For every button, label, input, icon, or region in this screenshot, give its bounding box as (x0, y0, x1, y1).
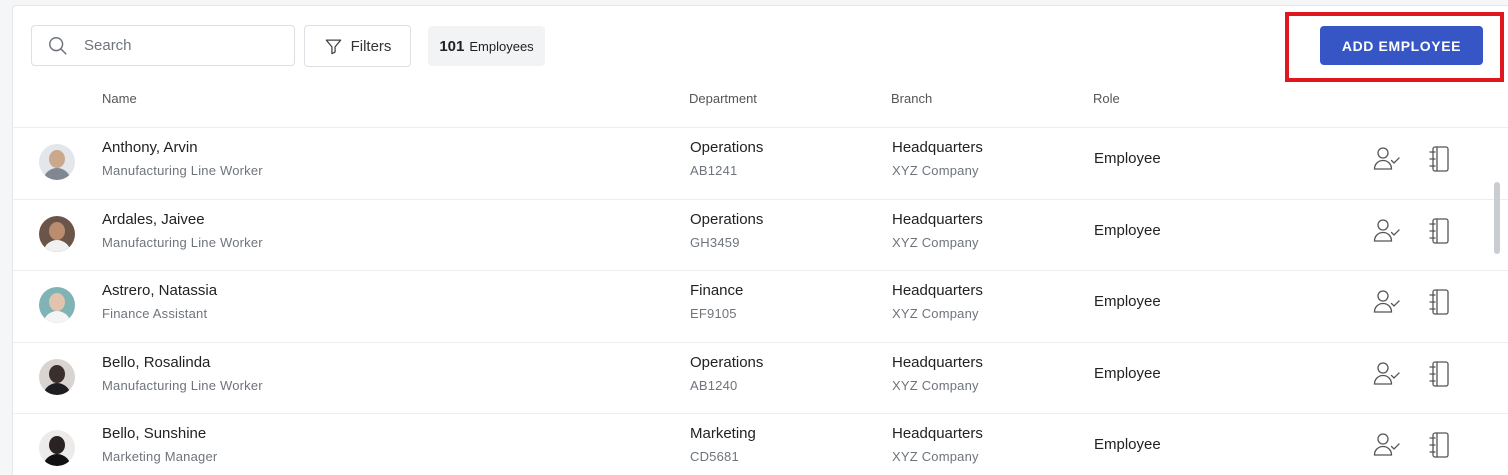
user-check-icon[interactable] (1372, 216, 1402, 246)
employee-role: Employee (1094, 364, 1161, 382)
employee-department: Marketing (690, 425, 756, 442)
user-check-icon[interactable] (1372, 430, 1402, 460)
search-icon (49, 36, 67, 55)
employee-department: Operations (690, 210, 764, 228)
table-row[interactable]: Astrero, Natassia Finance Assistant Fina… (13, 271, 1508, 343)
employee-title: Marketing Manager (102, 449, 218, 464)
employee-role: Employee (1094, 293, 1161, 310)
table-row[interactable]: Bello, Rosalinda Manufacturing Line Work… (13, 343, 1508, 414)
employee-list: Anthony, Arvin Manufacturing Line Worker… (13, 128, 1508, 475)
employee-code: CD5681 (690, 449, 739, 464)
filters-button[interactable]: Filters (304, 25, 411, 67)
employee-name[interactable]: Astrero, Natassia (102, 282, 217, 299)
employee-name[interactable]: Ardales, Jaivee (102, 211, 205, 228)
employee-role: Employee (1094, 150, 1161, 167)
employee-name[interactable]: Anthony, Arvin (102, 139, 198, 156)
employee-department: Operations (690, 353, 764, 371)
employee-company: XYZ Company (892, 377, 979, 393)
employee-name[interactable]: Bello, Sunshine (102, 425, 206, 442)
search-box[interactable] (31, 25, 295, 66)
column-header-department: Department (689, 91, 757, 106)
employee-code: AB1241 (690, 163, 738, 178)
employee-title: Manufacturing Line Worker (102, 377, 263, 393)
table-header: Name Department Branch Role (13, 82, 1508, 128)
employee-branch: Headquarters (892, 425, 983, 442)
table-row[interactable]: Anthony, Arvin Manufacturing Line Worker… (13, 128, 1508, 200)
filter-icon (325, 39, 341, 54)
table-row[interactable]: Bello, Sunshine Marketing Manager Market… (13, 414, 1508, 475)
employee-branch: Headquarters (892, 353, 983, 371)
column-header-role: Role (1093, 91, 1120, 106)
user-check-icon[interactable] (1372, 144, 1402, 174)
notebook-icon[interactable] (1425, 144, 1455, 174)
employee-panel: Filters 101 Employees ADD EMPLOYEE Name … (12, 5, 1508, 475)
employee-branch: Headquarters (892, 210, 983, 228)
employee-code: AB1240 (690, 377, 738, 393)
employee-company: XYZ Company (892, 234, 979, 250)
column-header-branch: Branch (891, 91, 933, 106)
employee-company: XYZ Company (892, 306, 979, 321)
employee-name[interactable]: Bello, Rosalinda (102, 354, 210, 371)
employee-count-number: 101 (439, 37, 465, 55)
notebook-icon[interactable] (1425, 359, 1455, 389)
employee-role: Employee (1094, 436, 1161, 453)
avatar (39, 430, 75, 466)
employee-branch: Headquarters (892, 282, 983, 299)
user-check-icon[interactable] (1372, 359, 1402, 389)
notebook-icon[interactable] (1425, 287, 1455, 317)
filters-label: Filters (350, 37, 392, 55)
employee-company: XYZ Company (892, 163, 979, 178)
employee-title: Manufacturing Line Worker (102, 163, 263, 178)
employee-branch: Headquarters (892, 139, 983, 156)
employee-department: Operations (690, 139, 764, 156)
notebook-icon[interactable] (1425, 216, 1455, 246)
employee-department: Finance (690, 282, 744, 299)
add-employee-button[interactable]: ADD EMPLOYEE (1320, 26, 1483, 65)
user-check-icon[interactable] (1372, 287, 1402, 317)
search-input[interactable] (84, 37, 274, 54)
notebook-icon[interactable] (1425, 430, 1455, 460)
column-header-name: Name (102, 91, 137, 106)
employee-count-badge: 101 Employees (428, 26, 545, 66)
scrollbar-thumb[interactable] (1494, 182, 1500, 254)
avatar (39, 215, 75, 252)
avatar (39, 144, 75, 180)
avatar (39, 358, 75, 395)
employee-role: Employee (1094, 221, 1161, 239)
employee-title: Finance Assistant (102, 306, 208, 321)
table-row[interactable]: Ardales, Jaivee Manufacturing Line Worke… (13, 200, 1508, 271)
employee-title: Manufacturing Line Worker (102, 234, 263, 250)
avatar (39, 287, 75, 323)
employee-count-label: Employees (469, 38, 534, 54)
employee-code: EF9105 (690, 306, 737, 321)
employee-code: GH3459 (690, 234, 740, 250)
employee-company: XYZ Company (892, 449, 979, 464)
